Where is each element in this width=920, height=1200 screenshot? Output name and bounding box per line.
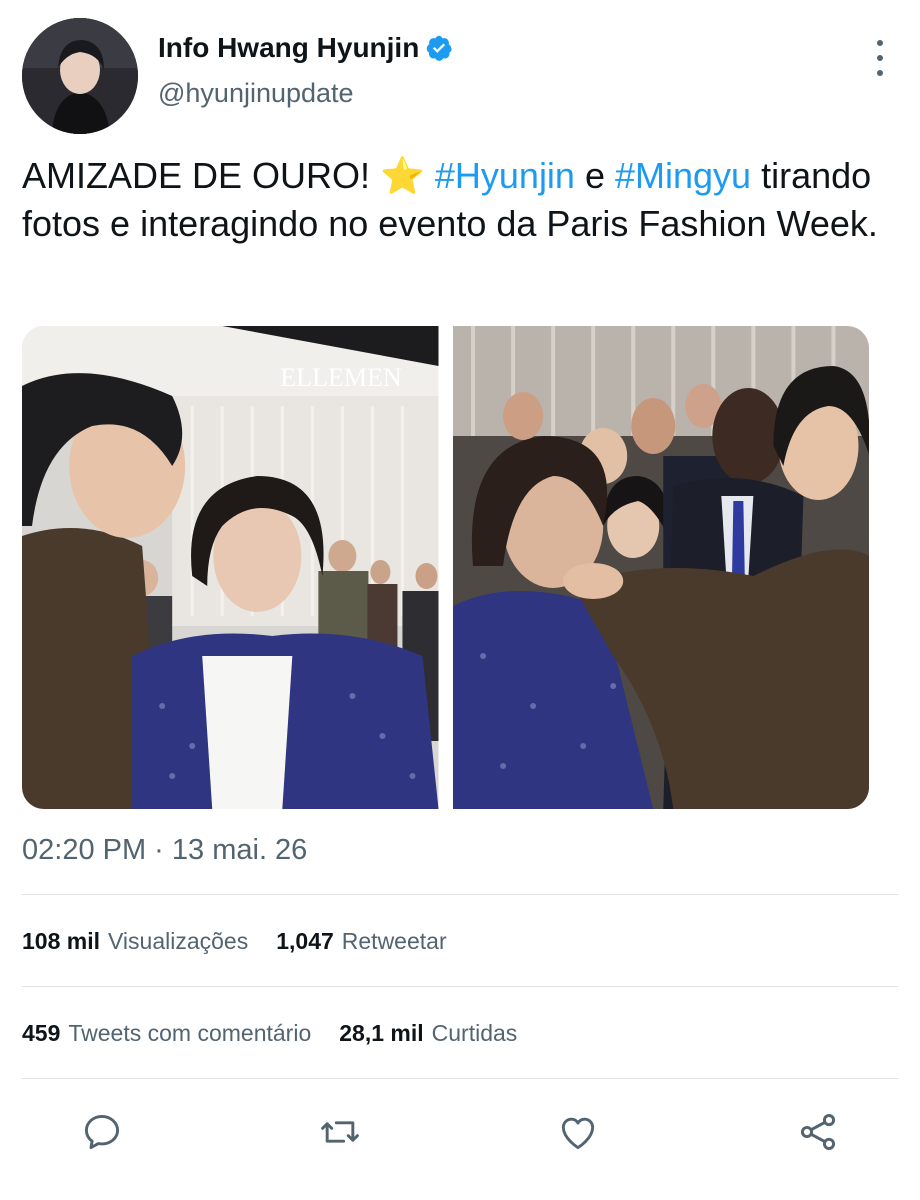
hashtag-hyunjin-link[interactable]: #Hyunjin (435, 155, 575, 196)
reply-button[interactable] (78, 1108, 126, 1156)
quotes-stat[interactable]: 459 Tweets com comentário (22, 1020, 311, 1047)
action-bar (0, 1108, 920, 1156)
like-button[interactable] (554, 1108, 602, 1156)
share-icon (800, 1114, 836, 1150)
quotes-count: 459 (22, 1020, 61, 1046)
tweet-text: AMIZADE DE OURO! ⭐ #Hyunjin e #Mingyu ti… (22, 152, 898, 248)
tweet-text-part: AMIZADE DE OURO! (22, 155, 381, 196)
tweet-text-part: e (574, 155, 615, 196)
author-avatar[interactable] (22, 18, 138, 134)
retweets-count: 1,047 (276, 928, 334, 954)
author-block: Info Hwang Hyunjin @hyunjinupdate (158, 30, 453, 109)
stats-row-2: 459 Tweets com comentário 28,1 mil Curti… (22, 1020, 545, 1047)
divider (22, 894, 898, 895)
retweets-label: Retweetar (341, 928, 447, 954)
tweet-photo-1[interactable]: ELLEMEN (22, 326, 439, 809)
heart-icon (561, 1117, 595, 1150)
divider (22, 986, 898, 987)
retweet-button[interactable] (316, 1108, 364, 1156)
tweet-text-part (425, 155, 435, 196)
views-stat[interactable]: 108 mil Visualizações (22, 928, 248, 955)
likes-stat[interactable]: 28,1 mil Curtidas (339, 1020, 517, 1047)
author-name[interactable]: Info Hwang Hyunjin (158, 32, 419, 64)
hashtag-mingyu-link[interactable]: #Mingyu (615, 155, 751, 196)
tweet-timestamp[interactable]: 02:20 PM · 13 mai. 26 (22, 834, 307, 867)
star-emoji-icon: ⭐ (380, 155, 425, 196)
retweets-stat[interactable]: 1,047 Retweetar (276, 928, 446, 955)
share-button[interactable] (794, 1108, 842, 1156)
views-label: Visualizações (108, 928, 249, 954)
tweet-photo-2[interactable] (452, 326, 869, 809)
retweet-icon (321, 1121, 359, 1143)
quotes-label: Tweets com comentário (68, 1020, 312, 1046)
tweet-header: Info Hwang Hyunjin @hyunjinupdate (22, 18, 898, 138)
verified-badge-icon (425, 34, 453, 62)
tweet-media: ELLEMEN (22, 326, 869, 809)
author-handle[interactable]: @hyunjinupdate (158, 78, 453, 109)
more-options-icon[interactable] (870, 40, 890, 76)
likes-count: 28,1 mil (339, 1020, 424, 1046)
reply-icon (84, 1114, 120, 1150)
views-count: 108 mil (22, 928, 100, 954)
likes-label: Curtidas (431, 1020, 518, 1046)
stats-row-1: 108 mil Visualizações 1,047 Retweetar (22, 928, 475, 955)
elle-men-watermark: ELLEMEN (280, 363, 402, 392)
divider (22, 1078, 898, 1079)
